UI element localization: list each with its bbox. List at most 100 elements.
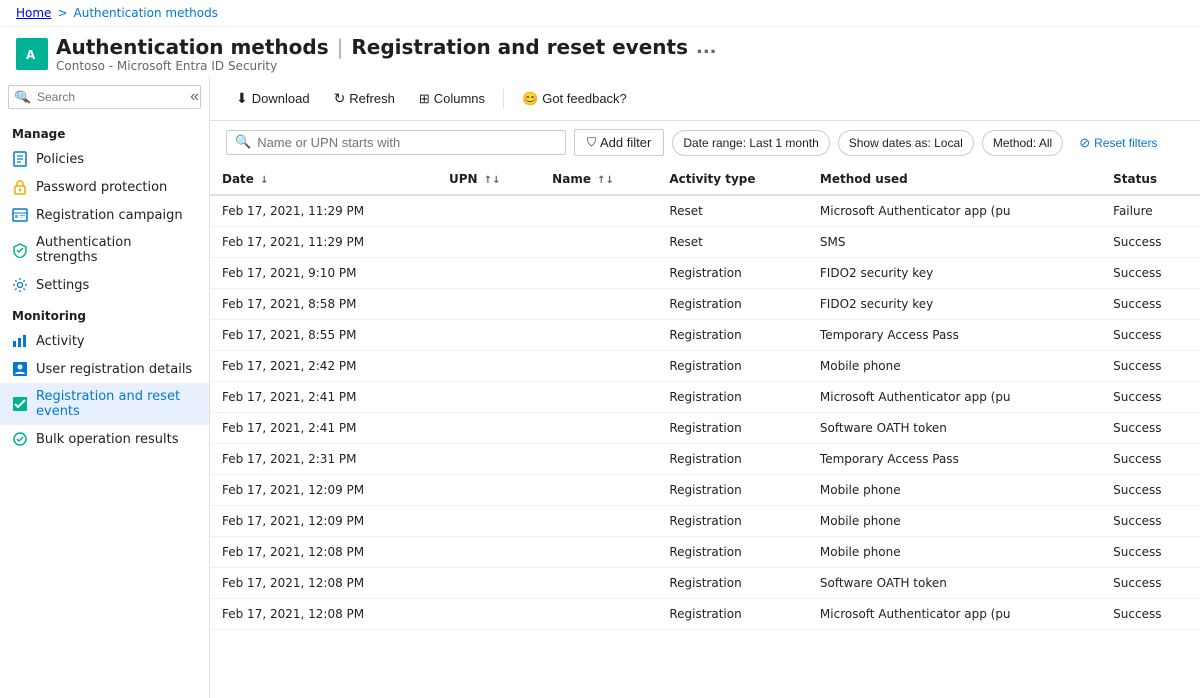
table-row[interactable]: Feb 17, 2021, 12:09 PMRegistrationMobile… bbox=[210, 475, 1200, 506]
table-row[interactable]: Feb 17, 2021, 12:08 PMRegistrationSoftwa… bbox=[210, 568, 1200, 599]
cell-date: Feb 17, 2021, 12:09 PM bbox=[210, 506, 437, 537]
sidebar-item-pw-label: Password protection bbox=[36, 180, 167, 195]
cell-status: Success bbox=[1101, 599, 1200, 630]
sort-upn-icon: ↑↓ bbox=[484, 175, 501, 186]
method-filter-button[interactable]: Method: All bbox=[982, 130, 1063, 156]
page-org: Contoso - Microsoft Entra ID Security bbox=[56, 59, 717, 73]
cell-method_used: Mobile phone bbox=[808, 475, 1101, 506]
cell-upn bbox=[437, 320, 540, 351]
data-table-container: Date ↓ UPN ↑↓ Name ↑↓ Activity type bbox=[210, 164, 1200, 698]
date-range-button[interactable]: Date range: Last 1 month bbox=[672, 130, 829, 156]
cell-name bbox=[540, 227, 657, 258]
cell-name bbox=[540, 351, 657, 382]
toolbar-separator bbox=[503, 89, 504, 109]
columns-button[interactable]: ⊞ Columns bbox=[409, 86, 495, 112]
cell-activity_type: Registration bbox=[657, 413, 808, 444]
cell-status: Success bbox=[1101, 258, 1200, 289]
sidebar-item-bulk-label: Bulk operation results bbox=[36, 432, 179, 447]
table-row[interactable]: Feb 17, 2021, 12:08 PMRegistrationMicros… bbox=[210, 599, 1200, 630]
sort-date-icon: ↓ bbox=[260, 175, 268, 186]
sidebar-item-reg-events-label: Registration and reset events bbox=[36, 389, 197, 419]
col-upn[interactable]: UPN ↑↓ bbox=[437, 164, 540, 195]
cell-status: Success bbox=[1101, 351, 1200, 382]
cell-status: Success bbox=[1101, 413, 1200, 444]
sidebar-item-reg-label: Registration campaign bbox=[36, 208, 183, 223]
download-icon: ⬇ bbox=[236, 90, 248, 107]
cell-status: Success bbox=[1101, 382, 1200, 413]
monitoring-section-label: Monitoring bbox=[0, 299, 209, 327]
sidebar-item-policies[interactable]: Policies bbox=[0, 145, 209, 173]
cell-upn bbox=[437, 568, 540, 599]
reset-filters-button[interactable]: ⊘ Reset filters bbox=[1071, 130, 1165, 156]
sidebar-item-bulk-results[interactable]: Bulk operation results bbox=[0, 425, 209, 453]
search-icon: 🔍 bbox=[16, 90, 31, 104]
table-row[interactable]: Feb 17, 2021, 2:42 PMRegistrationMobile … bbox=[210, 351, 1200, 382]
gear-icon bbox=[12, 277, 28, 293]
sidebar-item-user-registration[interactable]: User registration details bbox=[0, 355, 209, 383]
cell-date: Feb 17, 2021, 12:08 PM bbox=[210, 599, 437, 630]
cell-status: Failure bbox=[1101, 195, 1200, 227]
table-row[interactable]: Feb 17, 2021, 2:41 PMRegistrationSoftwar… bbox=[210, 413, 1200, 444]
table-row[interactable]: Feb 17, 2021, 12:08 PMRegistrationMobile… bbox=[210, 537, 1200, 568]
col-status[interactable]: Status bbox=[1101, 164, 1200, 195]
cell-activity_type: Registration bbox=[657, 320, 808, 351]
sidebar-item-settings[interactable]: Settings bbox=[0, 271, 209, 299]
cell-activity_type: Registration bbox=[657, 568, 808, 599]
cell-method_used: FIDO2 security key bbox=[808, 258, 1101, 289]
main-content: ⬇ Download ↻ Refresh ⊞ Columns 😊 Got fee… bbox=[210, 77, 1200, 698]
sidebar-item-settings-label: Settings bbox=[36, 278, 89, 293]
feedback-button[interactable]: 😊 Got feedback? bbox=[512, 86, 637, 112]
cell-date: Feb 17, 2021, 2:42 PM bbox=[210, 351, 437, 382]
sidebar-collapse-button[interactable]: « bbox=[190, 88, 199, 106]
cell-method_used: Mobile phone bbox=[808, 537, 1101, 568]
sidebar-item-registration-campaign[interactable]: Registration campaign bbox=[0, 201, 209, 229]
table-row[interactable]: Feb 17, 2021, 2:41 PMRegistrationMicroso… bbox=[210, 382, 1200, 413]
sidebar-item-password-protection[interactable]: Password protection bbox=[0, 173, 209, 201]
cell-status: Success bbox=[1101, 537, 1200, 568]
sidebar-item-registration-events[interactable]: Registration and reset events bbox=[0, 383, 209, 425]
col-method[interactable]: Method used bbox=[808, 164, 1101, 195]
sidebar-item-authentication-strengths[interactable]: Authentication strengths bbox=[0, 229, 209, 271]
sidebar-item-activity[interactable]: Activity bbox=[0, 327, 209, 355]
breadcrumb-home[interactable]: Home bbox=[16, 6, 51, 20]
cell-date: Feb 17, 2021, 2:41 PM bbox=[210, 413, 437, 444]
search-input[interactable] bbox=[8, 85, 201, 109]
table-row[interactable]: Feb 17, 2021, 9:10 PM RegistrationFIDO2 s… bbox=[210, 258, 1200, 289]
sidebar-item-activity-label: Activity bbox=[36, 334, 85, 349]
cell-name bbox=[540, 320, 657, 351]
download-button[interactable]: ⬇ Download bbox=[226, 85, 320, 112]
filter-search-icon: 🔍 bbox=[235, 135, 251, 150]
table-row[interactable]: Feb 17, 2021, 8:55 PMRegistrationTempora… bbox=[210, 320, 1200, 351]
reg-events-icon bbox=[12, 396, 28, 412]
cell-method_used: Mobile phone bbox=[808, 351, 1101, 382]
cell-activity_type: Reset bbox=[657, 195, 808, 227]
show-dates-button[interactable]: Show dates as: Local bbox=[838, 130, 974, 156]
table-row[interactable]: Feb 17, 2021, 11:29 PMResetMicrosoft Aut… bbox=[210, 195, 1200, 227]
cell-status: Success bbox=[1101, 506, 1200, 537]
cell-method_used: Microsoft Authenticator app (pu bbox=[808, 195, 1101, 227]
refresh-button[interactable]: ↻ Refresh bbox=[324, 85, 405, 112]
cell-upn bbox=[437, 444, 540, 475]
cell-upn bbox=[437, 227, 540, 258]
cell-status: Success bbox=[1101, 475, 1200, 506]
table-row[interactable]: Feb 17, 2021, 12:09 PMRegistrationMobile… bbox=[210, 506, 1200, 537]
cell-method_used: FIDO2 security key bbox=[808, 289, 1101, 320]
svg-text:A: A bbox=[26, 48, 36, 62]
table-row[interactable]: Feb 17, 2021, 11:29 PMResetSMSSuccess bbox=[210, 227, 1200, 258]
more-button[interactable]: ... bbox=[696, 37, 717, 58]
col-name[interactable]: Name ↑↓ bbox=[540, 164, 657, 195]
col-activity-type[interactable]: Activity type bbox=[657, 164, 808, 195]
table-row[interactable]: Feb 17, 2021, 8:58 PMRegistrationFIDO2 s… bbox=[210, 289, 1200, 320]
col-date[interactable]: Date ↓ bbox=[210, 164, 437, 195]
cell-upn bbox=[437, 351, 540, 382]
breadcrumb-current[interactable]: Authentication methods bbox=[74, 6, 219, 20]
table-header-row: Date ↓ UPN ↑↓ Name ↑↓ Activity type bbox=[210, 164, 1200, 195]
cell-name bbox=[540, 599, 657, 630]
add-filter-button[interactable]: ⛉ Add filter bbox=[574, 129, 664, 156]
cell-activity_type: Registration bbox=[657, 258, 808, 289]
filter-search-input[interactable] bbox=[257, 135, 557, 150]
cell-activity_type: Registration bbox=[657, 444, 808, 475]
cell-date: Feb 17, 2021, 9:10 PM bbox=[210, 258, 437, 289]
reg-icon bbox=[12, 207, 28, 223]
table-row[interactable]: Feb 17, 2021, 2:31 PMRegistrationTempora… bbox=[210, 444, 1200, 475]
